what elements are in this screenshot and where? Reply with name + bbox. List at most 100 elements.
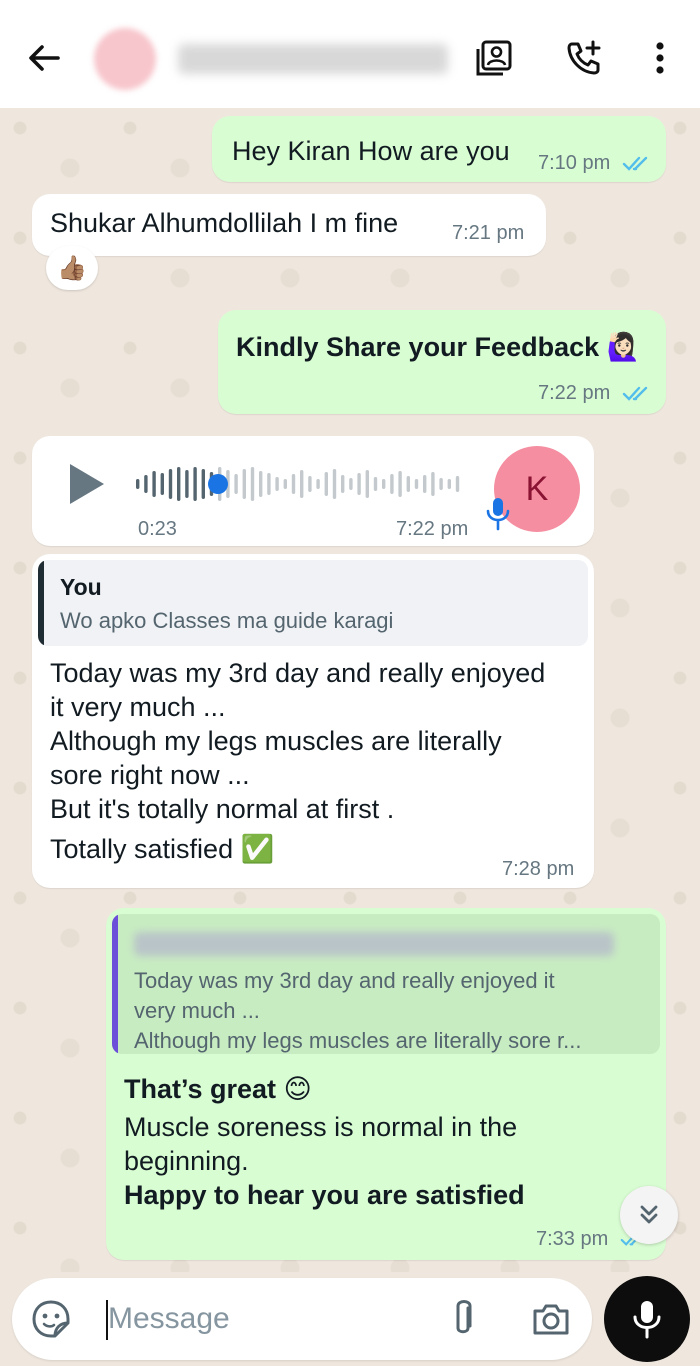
waveform-bar: [152, 471, 156, 497]
waveform-bar: [423, 475, 427, 493]
thumbs-up-icon: 👍🏽: [57, 254, 87, 282]
quoted-message[interactable]: You Wo apko Classes ma guide karagi: [38, 560, 588, 646]
double-check-icon: [622, 156, 648, 171]
waveform-bar: [193, 467, 197, 501]
message-line: Muscle soreness is normal in the: [124, 1112, 518, 1142]
raising-hand-emoji: 🙋🏻‍♀️: [606, 332, 641, 362]
quote-line: Although my legs muscles are literally s…: [134, 1028, 582, 1053]
double-chevron-down-icon: [640, 1205, 658, 1224]
message-time: 7:22 pm: [396, 518, 469, 540]
message-line: sore right now ...: [50, 760, 250, 790]
message-title: That’s great 😊: [124, 1072, 525, 1106]
waveform-bar: [259, 471, 263, 497]
quote-author-redacted: [134, 932, 614, 956]
message-line: Totally satisfied ✅: [50, 832, 545, 866]
message-composer: [12, 1278, 592, 1360]
quoted-message[interactable]: Today was my 3rd day and really enjoyed …: [112, 914, 660, 1054]
play-button[interactable]: [66, 462, 106, 511]
message-text: Kindly Share your Feedback 🙋🏻‍♀️: [236, 330, 640, 364]
attach-button[interactable]: [446, 1298, 480, 1345]
waveform-bar: [398, 471, 402, 497]
waveform-bar: [373, 477, 378, 491]
waveform-bar: [308, 476, 312, 492]
waveform-bar: [144, 475, 148, 493]
camera-button[interactable]: [530, 1298, 572, 1345]
waveform-bar: [439, 478, 443, 490]
waveform-bar: [324, 472, 328, 496]
message-line: Although my legs muscles are literally: [50, 726, 502, 756]
smile-emoji: 😊: [283, 1074, 312, 1104]
waveform-bar: [201, 469, 205, 499]
voice-record-button[interactable]: [604, 1276, 690, 1362]
double-check-icon: [622, 386, 648, 401]
message-bubble-incoming[interactable]: Shukar Alhumdollilah I m fine 7:21 pm: [32, 194, 546, 256]
message-time: 7:28 pm: [502, 858, 575, 880]
sticker-icon: [32, 1300, 70, 1338]
contact-card-icon: [476, 40, 512, 76]
camera-icon: [533, 1304, 569, 1335]
message-bubble-incoming[interactable]: You Wo apko Classes ma guide karagi Toda…: [32, 554, 594, 888]
mic-icon: [633, 1301, 661, 1339]
back-button[interactable]: [22, 36, 66, 80]
chat-header: [0, 0, 700, 108]
waveform-bar: [332, 469, 337, 499]
arrow-left-icon: [29, 45, 60, 71]
waveform-bar: [275, 477, 279, 491]
waveform-bar: [357, 473, 361, 495]
quote-line: very much ...: [134, 998, 260, 1023]
message-body: Today was my 3rd day and really enjoyed …: [50, 656, 545, 866]
avatar-initial: K: [525, 469, 549, 508]
waveform-bar: [185, 470, 189, 498]
contact-avatar[interactable]: [94, 28, 156, 90]
reaction-badge[interactable]: 👍🏽: [46, 246, 98, 290]
voice-waveform[interactable]: [132, 462, 472, 506]
waveform-bar: [168, 469, 173, 499]
more-vert-icon: [656, 42, 664, 74]
waveform-bar: [406, 476, 410, 492]
message-text: Shukar Alhumdollilah I m fine: [50, 208, 399, 238]
waveform-bar: [283, 479, 287, 489]
voice-message-bubble[interactable]: 0:23 7:22 pm K: [32, 436, 594, 546]
waveform-bar: [177, 467, 181, 501]
add-call-button[interactable]: [562, 36, 606, 80]
scroll-to-bottom-button[interactable]: [620, 1186, 678, 1244]
contact-name-redacted[interactable]: [178, 44, 448, 74]
quote-line: Today was my 3rd day and really enjoyed …: [134, 968, 555, 993]
waveform-bar: [414, 479, 419, 489]
message-input[interactable]: [108, 1298, 438, 1340]
mic-small-icon: [486, 498, 510, 531]
waveform-bar: [300, 470, 304, 498]
playback-position-dot[interactable]: [208, 474, 228, 494]
message-bubble-outgoing[interactable]: Hey Kiran How are you 7:10 pm: [212, 116, 666, 182]
waveform-bar: [267, 473, 271, 495]
waveform-bar: [390, 474, 394, 494]
contact-card-button[interactable]: [472, 36, 516, 80]
message-bubble-outgoing[interactable]: Today was my 3rd day and really enjoyed …: [106, 908, 666, 1260]
waveform-bar: [136, 479, 140, 489]
menu-button[interactable]: [638, 36, 682, 80]
title-text: That’s great: [124, 1074, 277, 1104]
voice-duration: 0:23: [138, 518, 177, 540]
time-label: 7:10 pm: [538, 152, 611, 174]
message-line: But it's totally normal at first .: [50, 794, 395, 824]
waveform-bar: [349, 478, 353, 490]
message-line: it very much ...: [50, 692, 226, 722]
satisfied-text: Totally satisfied: [50, 834, 234, 864]
chat-area[interactable]: Hey Kiran How are you 7:10 pm Shukar Alh…: [0, 108, 700, 1272]
message-bubble-outgoing[interactable]: Kindly Share your Feedback 🙋🏻‍♀️ 7:22 pm: [218, 310, 666, 414]
waveform-bar: [455, 476, 460, 492]
paperclip-icon: [456, 1300, 472, 1334]
message-body: That’s great 😊 Muscle soreness is normal…: [124, 1072, 525, 1212]
waveform-bar: [447, 479, 451, 489]
waveform-bar: [316, 479, 320, 489]
sticker-button[interactable]: [30, 1298, 72, 1345]
waveform-bar: [250, 467, 255, 501]
waveform-bar: [291, 474, 296, 494]
message-time: 7:22 pm: [538, 382, 654, 405]
quote-text: Wo apko Classes ma guide karagi: [60, 608, 394, 633]
feedback-request-text: Kindly Share your Feedback: [236, 332, 600, 362]
message-line: Happy to hear you are satisfied: [124, 1180, 525, 1210]
quote-bar: [112, 914, 118, 1054]
waveform-bar: [365, 470, 369, 498]
quote-author: You: [60, 574, 102, 600]
